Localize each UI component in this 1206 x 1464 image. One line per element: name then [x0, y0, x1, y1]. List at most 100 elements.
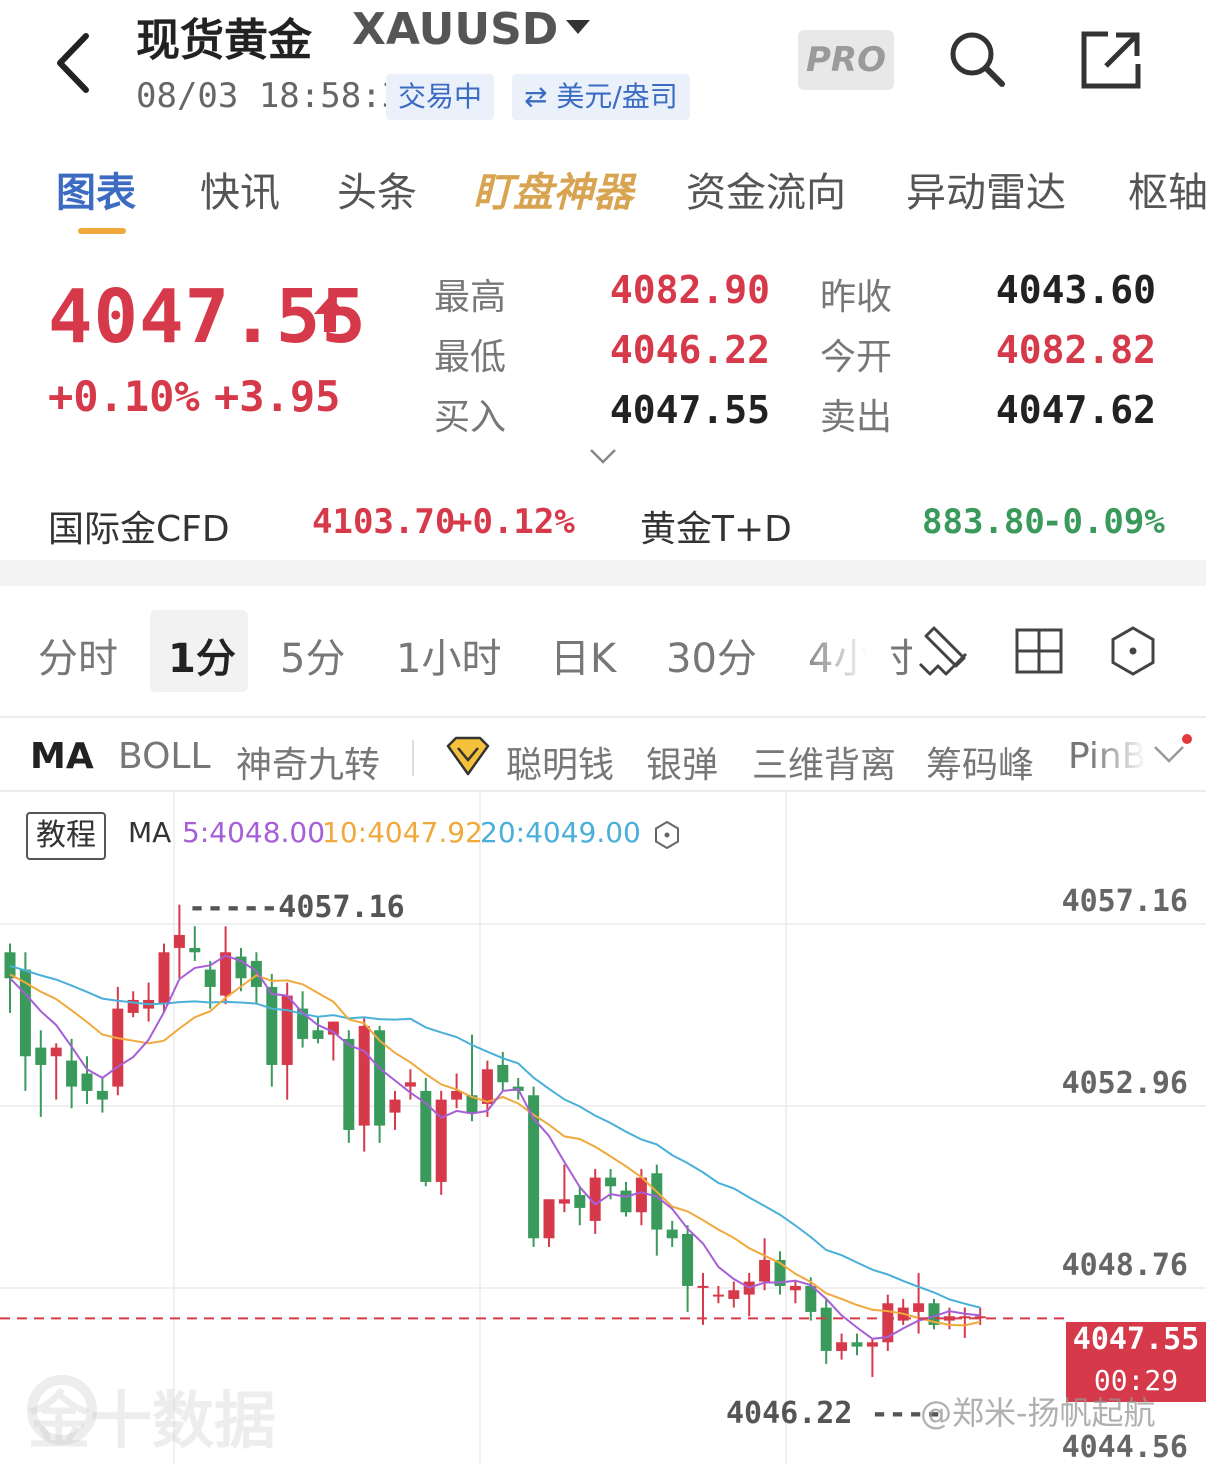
period-tab-1hour[interactable]: 1小时: [396, 626, 501, 684]
toolbar-divider: [0, 716, 1206, 718]
layout-grid-icon[interactable]: [1012, 624, 1066, 678]
open-label: 今开: [820, 337, 893, 378]
last-price-tag-value: 4047.55: [1072, 1322, 1200, 1357]
high-value: 4082.90: [609, 268, 770, 312]
candle-body: [697, 1285, 709, 1288]
trading-status-badge: 交易中: [386, 74, 495, 120]
indicator-boll[interactable]: BOLL: [118, 736, 211, 777]
candle-body: [281, 995, 293, 1065]
unit-toggle-chip[interactable]: ⇄ 美元/盎司: [512, 74, 690, 120]
candle-body: [389, 1099, 401, 1113]
y-tick-label: 4057.16: [1061, 884, 1188, 919]
jin10-watermark: 金十数据: [28, 1384, 277, 1457]
candle-body: [851, 1342, 863, 1347]
candle-body: [420, 1090, 432, 1182]
period-tab-1min[interactable]: 1分: [168, 626, 236, 684]
indicator-smart-money[interactable]: 聪明钱: [506, 736, 614, 788]
candle-body: [682, 1233, 694, 1286]
indicator-3d-divergence[interactable]: 三维背离: [752, 736, 896, 788]
low-label: 最低: [434, 337, 507, 378]
more-chevron-down-icon[interactable]: [1152, 742, 1186, 766]
related-name-cfd[interactable]: 国际金CFD: [48, 500, 230, 552]
high-label: 最高: [434, 277, 507, 318]
indicator-tabs-fade: [1090, 728, 1160, 788]
diamond-premium-icon: [446, 736, 490, 776]
tutorial-button[interactable]: 教程: [26, 812, 106, 860]
high-marker-label: -----4057.16: [188, 890, 405, 925]
search-icon[interactable]: [946, 28, 1006, 88]
ma10-legend: 10:4047.92: [322, 816, 483, 849]
candle-body: [543, 1199, 555, 1239]
tab-chart[interactable]: 图表: [56, 160, 136, 218]
candle-body: [158, 952, 170, 1005]
indicator-separator: [412, 740, 414, 776]
candle-body: [266, 986, 278, 1065]
price-up-arrow-icon: [314, 296, 346, 332]
period-tab-intraday[interactable]: 分时: [38, 626, 118, 684]
candle-body: [250, 960, 262, 987]
candle-body: [635, 1177, 647, 1213]
candle-body: [204, 969, 216, 987]
candle-body: [4, 952, 16, 979]
quote-datetime: 08/03 18:58:30: [136, 76, 423, 116]
related-price-td: 883.80: [922, 502, 1045, 542]
candle-body: [435, 1099, 447, 1182]
back-arrow-icon[interactable]: [50, 28, 100, 98]
candle-body: [789, 1285, 801, 1291]
pro-badge[interactable]: PRO: [798, 30, 894, 90]
ma5-line: [9, 954, 981, 1340]
period-tab-daily[interactable]: 日K: [550, 626, 616, 684]
candle-body: [836, 1342, 848, 1351]
candle-body: [112, 1008, 124, 1087]
tab-market-watch-tool[interactable]: 盯盘神器: [473, 160, 633, 218]
candle-body: [66, 1060, 78, 1087]
tab-fund-flow[interactable]: 资金流向: [686, 160, 846, 218]
tab-pivot[interactable]: 枢轴: [1128, 160, 1206, 218]
candlestick-chart[interactable]: [0, 790, 1206, 1464]
settings-hexagon-icon[interactable]: [1106, 624, 1160, 678]
y-tick-label: 4052.96: [1061, 1066, 1188, 1101]
candle-body: [312, 1030, 324, 1039]
change-percent: +0.10%: [48, 372, 200, 421]
candle-body: [651, 1173, 663, 1230]
ma20-line: [9, 964, 981, 1309]
active-tab-indicator: [78, 228, 126, 234]
bid-value: 4047.55: [609, 388, 770, 432]
period-tab-5min[interactable]: 5分: [280, 626, 345, 684]
indicator-silver-bullet[interactable]: 银弹: [646, 736, 718, 788]
low-value: 4046.22: [609, 328, 770, 372]
prev-close-label: 昨收: [820, 277, 893, 318]
page-title: 现货黄金: [136, 15, 312, 66]
tab-headlines[interactable]: 头条: [337, 160, 417, 218]
candle-body: [35, 1047, 47, 1065]
candle-body: [81, 1073, 93, 1091]
ma-settings-icon[interactable]: [652, 820, 682, 850]
indicator-ma[interactable]: MA: [30, 736, 94, 777]
symbol-code[interactable]: XAUUSD: [352, 4, 558, 55]
related-price-cfd: 4103.70: [312, 502, 456, 542]
open-value: 4082.82: [995, 328, 1156, 372]
candle-body: [913, 1303, 925, 1312]
candle-body: [712, 1294, 724, 1297]
tab-flash-news[interactable]: 快讯: [200, 160, 280, 218]
indicator-chip-peak[interactable]: 筹码峰: [926, 736, 1034, 788]
candle-body: [173, 934, 185, 948]
period-tab-30min[interactable]: 30分: [666, 626, 757, 684]
expand-chevron-down-icon[interactable]: [588, 446, 618, 466]
related-name-td[interactable]: 黄金T+D: [640, 500, 792, 552]
ask-label: 卖出: [820, 397, 893, 438]
tab-anomaly-radar[interactable]: 异动雷达: [906, 160, 1066, 218]
candle-body: [481, 1069, 493, 1104]
draw-tool-icon[interactable]: [916, 624, 970, 678]
notification-dot: [1182, 734, 1192, 744]
symbol-dropdown-caret-icon[interactable]: [566, 20, 590, 34]
candle-body: [358, 1025, 370, 1126]
candle-body: [759, 1259, 771, 1282]
indicator-magic-nine[interactable]: 神奇九转: [236, 736, 380, 788]
ma20-legend: 20:4049.00: [480, 816, 641, 849]
share-external-icon[interactable]: [1080, 30, 1142, 90]
candle-body: [404, 1082, 416, 1087]
weibo-watermark: @郑米-扬帆起航: [920, 1394, 1156, 1432]
candle-body: [497, 1064, 509, 1083]
candle-body: [558, 1199, 570, 1204]
